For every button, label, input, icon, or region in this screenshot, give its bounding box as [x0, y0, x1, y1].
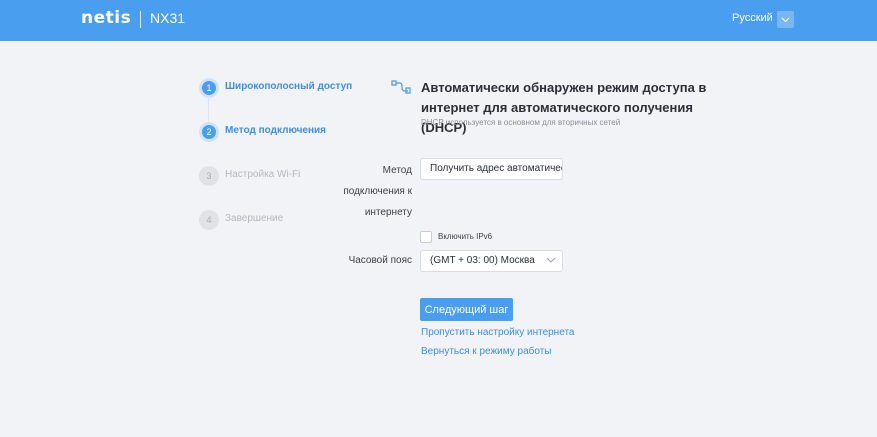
- language-label[interactable]: Русский: [732, 12, 773, 24]
- back-to-mode-link[interactable]: Вернуться к режиму работы: [421, 346, 551, 357]
- connection-method-label: Метод подключения к интернету: [343, 165, 412, 218]
- step-label: Метод подключения: [225, 125, 327, 136]
- top-bar: netis NX31 Русский: [0, 0, 877, 41]
- network-cable-icon: [391, 80, 411, 94]
- logo-divider: [140, 11, 141, 28]
- language-dropdown-button[interactable]: [777, 11, 794, 28]
- timezone-value: (GMT + 03: 00) Москва: [430, 255, 535, 266]
- step-label: Широкополосный доступ: [225, 81, 353, 92]
- ipv6-label[interactable]: Включить IPv6: [438, 232, 492, 241]
- connection-method-field[interactable]: Получить адрес автоматически: [420, 158, 563, 180]
- timezone-label: Часовой пояс: [348, 255, 412, 266]
- step-number: 1: [199, 78, 219, 98]
- next-step-button[interactable]: Следующий шаг: [420, 298, 513, 321]
- skip-internet-setup-link[interactable]: Пропустить настройку интернета: [421, 327, 574, 338]
- page-subtitle: DHCP используется в основном для вторичн…: [421, 118, 621, 127]
- chevron-down-icon: [546, 257, 556, 263]
- timezone-select[interactable]: (GMT + 03: 00) Москва: [420, 250, 563, 272]
- brand-logo: netis: [81, 8, 132, 28]
- step-number: 4: [199, 210, 219, 230]
- step-number: 3: [199, 166, 219, 186]
- step-number: 2: [199, 122, 219, 142]
- step-label: Завершение: [225, 213, 284, 224]
- step-label: Настройка Wi-Fi: [225, 169, 301, 180]
- page-title: Автоматически обнаружен режим доступа в …: [421, 80, 707, 135]
- ipv6-checkbox[interactable]: [420, 231, 432, 243]
- chevron-down-icon: [781, 17, 790, 22]
- model-name: NX31: [150, 10, 186, 26]
